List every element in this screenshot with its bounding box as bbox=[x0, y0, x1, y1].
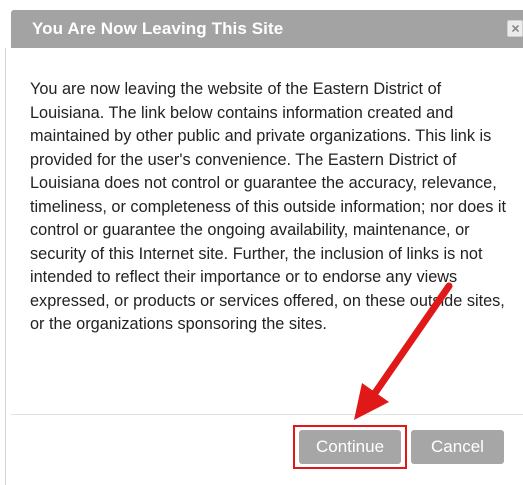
leaving-site-dialog: You Are Now Leaving This Site You are no… bbox=[0, 0, 523, 485]
continue-button[interactable]: Continue bbox=[299, 430, 401, 464]
dialog-title: You Are Now Leaving This Site bbox=[32, 19, 284, 38]
cancel-button[interactable]: Cancel bbox=[411, 430, 504, 464]
dialog-message: You are now leaving the website of the E… bbox=[30, 80, 507, 333]
dialog-titlebar: You Are Now Leaving This Site bbox=[11, 10, 523, 48]
dialog-left-border bbox=[5, 48, 6, 485]
footer-divider bbox=[11, 414, 523, 415]
close-icon bbox=[512, 25, 519, 32]
close-button[interactable] bbox=[507, 20, 523, 37]
